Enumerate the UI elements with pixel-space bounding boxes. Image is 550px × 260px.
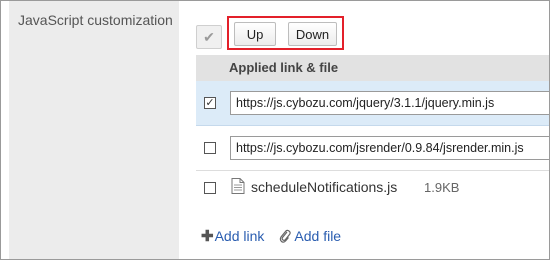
- table-row[interactable]: ✓ https://js.cybozu.com/jquery/3.1.1/jqu…: [196, 81, 549, 126]
- add-actions: ✚ Add link Add file: [201, 228, 341, 244]
- file-size: 1.9KB: [424, 180, 460, 195]
- table-row[interactable]: scheduleNotifications.js 1.9KB: [196, 171, 549, 205]
- select-all-checkbox[interactable]: ✔: [196, 25, 222, 49]
- move-up-button[interactable]: Up: [234, 22, 276, 46]
- row-checkbox[interactable]: [204, 142, 216, 154]
- column-header-applied: Applied link & file: [229, 60, 339, 75]
- plus-icon: ✚: [201, 227, 214, 245]
- label-column: [9, 1, 179, 259]
- file-name: scheduleNotifications.js: [251, 179, 398, 195]
- add-file-label: Add file: [294, 228, 342, 244]
- js-customization-panel: JavaScript customization ✔ Up Down Appli…: [0, 0, 550, 260]
- row-checkbox[interactable]: [204, 182, 216, 194]
- add-link-label: Add link: [214, 228, 265, 244]
- add-link-link[interactable]: ✚ Add link: [201, 228, 264, 244]
- add-file-link[interactable]: Add file: [264, 228, 341, 244]
- table-row[interactable]: https://js.cybozu.com/jsrender/0.9.84/js…: [196, 126, 549, 171]
- section-label: JavaScript customization: [18, 12, 173, 28]
- row-checkbox[interactable]: ✓: [204, 97, 216, 109]
- table-header: Applied link & file: [196, 55, 549, 81]
- file-icon: [231, 178, 245, 194]
- paperclip-icon: [280, 229, 292, 243]
- checkmark-icon: ✓: [205, 96, 215, 109]
- move-down-button[interactable]: Down: [288, 22, 337, 46]
- checkmark-icon: ✔: [203, 28, 215, 45]
- link-url-field[interactable]: https://js.cybozu.com/jsrender/0.9.84/js…: [230, 136, 549, 160]
- files-table: Applied link & file ✓ https://js.cybozu.…: [196, 55, 549, 205]
- link-url-field[interactable]: https://js.cybozu.com/jquery/3.1.1/jquer…: [230, 91, 549, 115]
